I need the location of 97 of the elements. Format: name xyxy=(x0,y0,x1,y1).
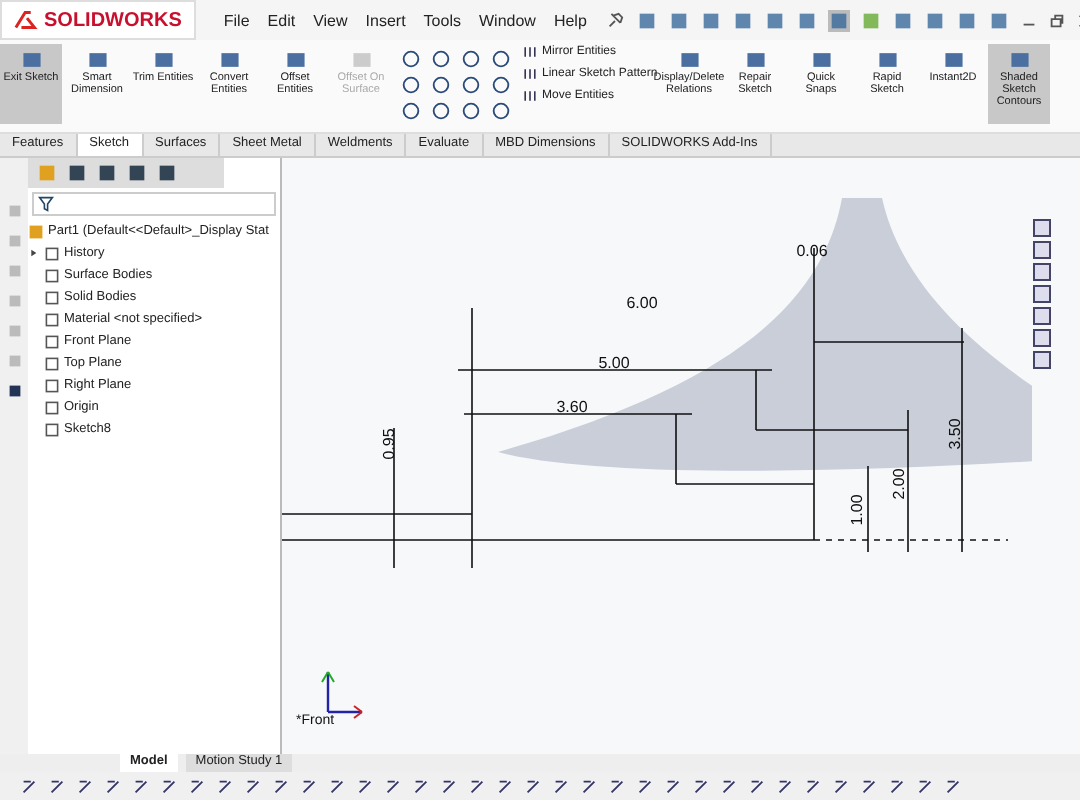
toolbar-tool-icon[interactable] xyxy=(748,777,766,795)
dimension-label[interactable]: 3.60 xyxy=(556,398,588,416)
toolbar-tool-icon[interactable] xyxy=(580,777,598,795)
dimension-label[interactable]: 3.50 xyxy=(946,418,964,450)
menu-item[interactable]: Insert xyxy=(365,11,406,29)
toolbar-tool-icon[interactable] xyxy=(300,777,318,795)
filter-field[interactable] xyxy=(32,192,276,216)
toolbar-tool-icon[interactable] xyxy=(860,777,878,795)
command-icon xyxy=(1007,48,1031,72)
menu-item[interactable]: File xyxy=(223,11,250,29)
tree-node-icon xyxy=(44,421,60,437)
toolbar-tool-icon[interactable] xyxy=(608,777,626,795)
toolbar-tool-icon[interactable] xyxy=(188,777,206,795)
toolbar-tool-icon[interactable] xyxy=(328,777,346,795)
toolbar-tool-icon[interactable] xyxy=(20,777,38,795)
toolbar-tool-icon[interactable] xyxy=(104,777,122,795)
toolbar-tool-icon[interactable] xyxy=(496,777,514,795)
app-logo: SOLIDWORKS xyxy=(0,0,196,40)
toolbar-tool-icon[interactable] xyxy=(944,777,962,795)
menu-item[interactable]: View xyxy=(313,11,348,29)
toolbar-tool-icon[interactable] xyxy=(76,777,94,795)
part-icon xyxy=(28,223,44,239)
expand-arrow-icon[interactable] xyxy=(28,248,38,258)
command-icon xyxy=(875,48,899,72)
toolbar-tool-icon[interactable] xyxy=(804,777,822,795)
command-icon xyxy=(151,48,175,72)
command-icon xyxy=(217,48,241,72)
toolbar-tool-icon[interactable] xyxy=(440,777,458,795)
sketch-tool-icon[interactable] xyxy=(460,100,482,122)
toolbar-tool-icon[interactable] xyxy=(468,777,486,795)
dimension-label[interactable]: 0.95 xyxy=(380,428,398,460)
panel-tab-icon[interactable] xyxy=(126,162,148,184)
filter-icon xyxy=(38,196,54,212)
dimension-label[interactable]: 6.00 xyxy=(626,294,658,312)
command-icon xyxy=(522,44,538,60)
sketch-tool-icon[interactable] xyxy=(490,100,512,122)
sketch-tool-icon[interactable] xyxy=(400,74,422,96)
toolbar-tool-icon[interactable] xyxy=(552,777,570,795)
pin-icon[interactable] xyxy=(606,11,625,29)
panel-tab-icon[interactable] xyxy=(156,162,178,184)
command-icon xyxy=(809,48,833,72)
toolbar-tool-icon[interactable] xyxy=(356,777,374,795)
toolbar-tool-icon[interactable] xyxy=(916,777,934,795)
toolbar-tool-icon[interactable] xyxy=(48,777,66,795)
tree-node-icon xyxy=(44,245,60,261)
command-icon xyxy=(85,48,109,72)
sketch-tool-icon[interactable] xyxy=(460,74,482,96)
toolbar-tool-icon[interactable] xyxy=(664,777,682,795)
sketch-tool-icon[interactable] xyxy=(430,48,452,70)
dimension-label[interactable]: 0.06 xyxy=(796,242,828,260)
panel-tab-icon[interactable] xyxy=(66,162,88,184)
menu-item[interactable]: Tools xyxy=(423,11,461,29)
command-icon xyxy=(349,48,373,72)
menu-item[interactable]: Window xyxy=(478,11,536,29)
tree-node-icon xyxy=(44,267,60,283)
dimension-label[interactable]: 2.00 xyxy=(890,468,908,500)
tree-node-icon xyxy=(44,311,60,327)
toolbar-tool-icon[interactable] xyxy=(384,777,402,795)
toolbar-tool-icon[interactable] xyxy=(244,777,262,795)
menu-item[interactable]: Edit xyxy=(267,11,296,29)
command-icon xyxy=(677,48,701,72)
toolbar-tool-icon[interactable] xyxy=(272,777,290,795)
tree-node-icon xyxy=(44,377,60,393)
restore-icon[interactable] xyxy=(1048,11,1067,29)
tree-node-icon xyxy=(44,289,60,305)
tree-node-icon xyxy=(44,355,60,371)
panel-tab-icon[interactable] xyxy=(96,162,118,184)
sketch-tool-icon[interactable] xyxy=(490,74,512,96)
toolbar-tool-icon[interactable] xyxy=(720,777,738,795)
toolbar-tool-icon[interactable] xyxy=(636,777,654,795)
toolbar-tool-icon[interactable] xyxy=(412,777,430,795)
sketch-tool-icon[interactable] xyxy=(430,74,452,96)
dimension-label[interactable]: 1.00 xyxy=(848,494,866,526)
toolbar-tool-icon[interactable] xyxy=(524,777,542,795)
sketch-tool-icon[interactable] xyxy=(400,48,422,70)
command-icon xyxy=(522,88,538,104)
command-icon xyxy=(941,48,965,72)
command-icon xyxy=(522,66,538,82)
toolbar-tool-icon[interactable] xyxy=(776,777,794,795)
tree-node-icon xyxy=(44,333,60,349)
command-icon xyxy=(743,48,767,72)
dimension-label[interactable]: 5.00 xyxy=(598,354,630,372)
toolbar-tool-icon[interactable] xyxy=(216,777,234,795)
sketch-tool-icon[interactable] xyxy=(400,100,422,122)
toolbar-tool-icon[interactable] xyxy=(160,777,178,795)
command-icon xyxy=(283,48,307,72)
toolbar-tool-icon[interactable] xyxy=(888,777,906,795)
sketch-tool-icon[interactable] xyxy=(430,100,452,122)
toolbar-tool-icon[interactable] xyxy=(832,777,850,795)
toolbar-tool-icon[interactable] xyxy=(132,777,150,795)
logo-icon xyxy=(14,10,40,30)
menu-item[interactable]: Help xyxy=(553,11,587,29)
toolbar-tool-icon[interactable] xyxy=(692,777,710,795)
sketch-tool-icon[interactable] xyxy=(460,48,482,70)
sketch-tool-icon[interactable] xyxy=(490,48,512,70)
command-icon xyxy=(19,48,43,72)
tree-node-icon xyxy=(44,399,60,415)
